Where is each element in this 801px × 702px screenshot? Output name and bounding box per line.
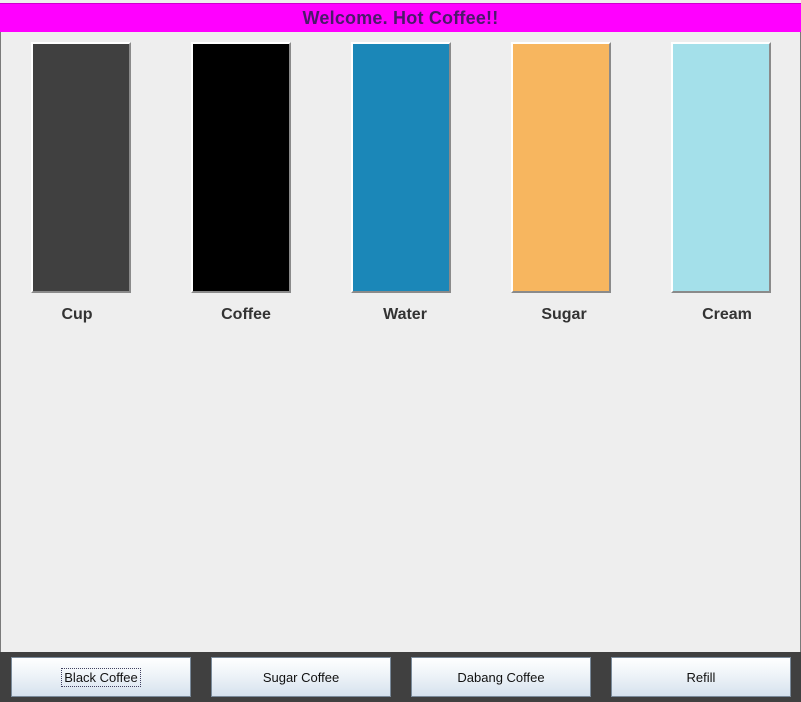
gauge-sugar xyxy=(511,42,611,293)
refill-button[interactable]: Refill xyxy=(611,657,791,697)
app-window: Welcome. Hot Coffee!! Cup Coffee Water S… xyxy=(0,0,801,702)
button-bar: Black Coffee Sugar Coffee Dabang Coffee … xyxy=(0,652,801,702)
gauge-water xyxy=(351,42,451,293)
refill-button-label: Refill xyxy=(686,669,716,685)
gauge-label-coffee: Coffee xyxy=(221,306,271,323)
sugar-coffee-button-label: Sugar Coffee xyxy=(262,669,340,685)
gauge-fill-water xyxy=(353,44,449,291)
gauge-fill-sugar xyxy=(513,44,609,291)
gauge-label-water: Water xyxy=(383,306,427,323)
gauge-label-cream: Cream xyxy=(702,306,752,323)
gauge-label-sugar: Sugar xyxy=(541,306,587,323)
gauge-cup xyxy=(31,42,131,293)
dabang-coffee-button[interactable]: Dabang Coffee xyxy=(411,657,591,697)
gauge-fill-coffee xyxy=(193,44,289,291)
black-coffee-button-label: Black Coffee xyxy=(61,667,141,687)
gauge-fill-cream xyxy=(673,44,769,291)
ingredient-gauges: Cup Coffee Water Sugar Cream xyxy=(0,0,801,340)
black-coffee-button[interactable]: Black Coffee xyxy=(11,657,191,697)
gauge-fill-cup xyxy=(33,44,129,291)
dabang-coffee-button-label: Dabang Coffee xyxy=(457,669,545,685)
gauge-label-cup: Cup xyxy=(61,306,93,323)
gauge-coffee xyxy=(191,42,291,293)
gauge-cream xyxy=(671,42,771,293)
sugar-coffee-button[interactable]: Sugar Coffee xyxy=(211,657,391,697)
